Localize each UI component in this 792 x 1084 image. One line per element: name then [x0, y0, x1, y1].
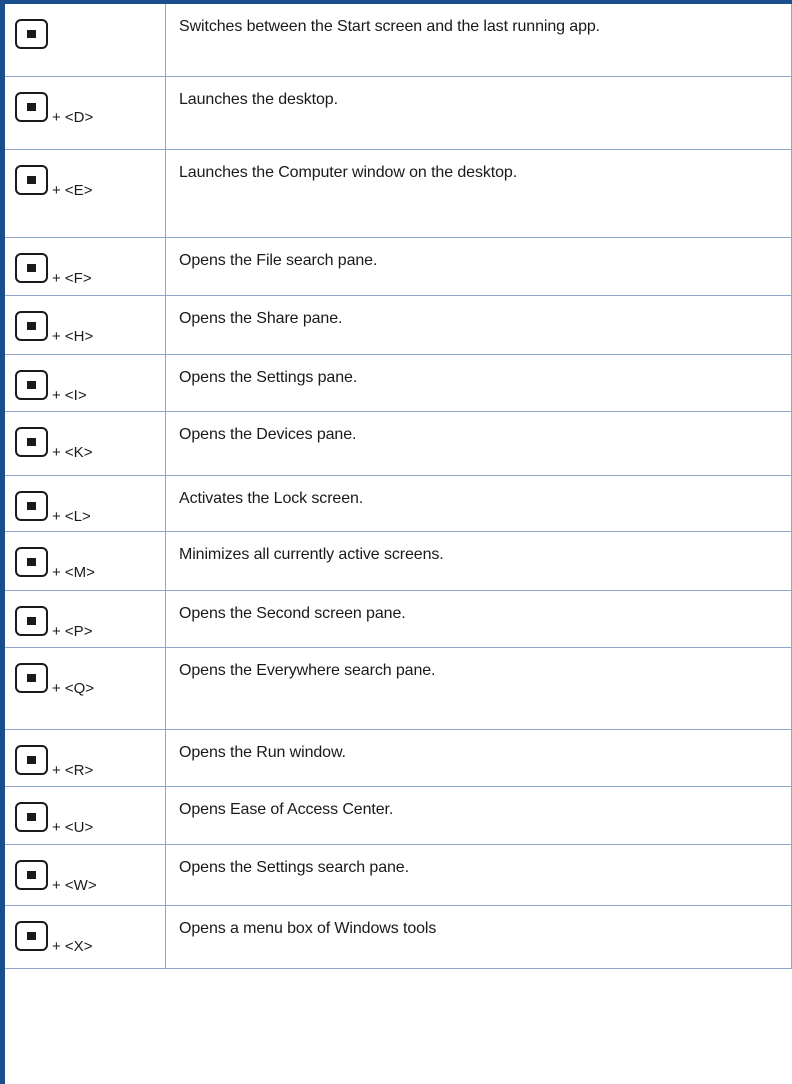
- description-cell: Activates the Lock screen.: [166, 476, 792, 532]
- windows-key-icon: [15, 427, 48, 457]
- key-cell: + <K>: [5, 412, 166, 476]
- key-cell: + <W>: [5, 845, 166, 906]
- key-cell: + <R>: [5, 730, 166, 787]
- key-combo: + <P>: [52, 623, 93, 640]
- key-combo: + <M>: [52, 564, 95, 581]
- windows-key-icon: [15, 19, 48, 49]
- windows-key-icon: [15, 860, 48, 890]
- description-cell: Opens the Settings pane.: [166, 355, 792, 412]
- description-cell: Minimizes all currently active screens.: [166, 532, 792, 591]
- description-cell: Opens a menu box of Windows tools: [166, 906, 792, 969]
- description-cell: Launches the desktop.: [166, 77, 792, 150]
- shortcut-description: Switches between the Start screen and th…: [179, 18, 601, 35]
- key-cell: + <L>: [5, 476, 166, 532]
- windows-key-icon: [15, 491, 48, 521]
- key-cell: + <E>: [5, 150, 166, 238]
- key-cell: + <D>: [5, 77, 166, 150]
- shortcut-description: Opens the Settings search pane.: [179, 859, 409, 876]
- windows-key-icon: [15, 165, 48, 195]
- key-combo: + <K>: [52, 444, 93, 461]
- windows-key-icon: [15, 370, 48, 400]
- windows-key-icon: [15, 311, 48, 341]
- description-cell: Switches between the Start screen and th…: [166, 4, 792, 77]
- shortcut-description: Launches the desktop.: [179, 91, 338, 108]
- key-combo: + <R>: [52, 762, 94, 779]
- description-cell: Launches the Computer window on the desk…: [166, 150, 792, 238]
- key-cell: + <U>: [5, 787, 166, 845]
- description-cell: Opens the Settings search pane.: [166, 845, 792, 906]
- key-cell: + <I>: [5, 355, 166, 412]
- shortcut-description: Opens a menu box of Windows tools: [179, 920, 437, 937]
- key-cell: + <H>: [5, 296, 166, 355]
- key-combo: + <H>: [52, 328, 94, 345]
- description-cell: Opens the Devices pane.: [166, 412, 792, 476]
- key-combo: + <I>: [52, 387, 87, 404]
- windows-key-icon: [15, 606, 48, 636]
- key-combo: + <E>: [52, 182, 93, 199]
- key-combo: + <W>: [52, 877, 97, 894]
- shortcut-description: Opens the Second screen pane.: [179, 605, 406, 622]
- shortcut-description: Opens Ease of Access Center.: [179, 801, 394, 818]
- key-cell: + <M>: [5, 532, 166, 591]
- key-combo: + <L>: [52, 508, 91, 525]
- windows-key-icon: [15, 663, 48, 693]
- description-cell: Opens the Second screen pane.: [166, 591, 792, 648]
- windows-key-icon: [15, 547, 48, 577]
- shortcut-description: Launches the Computer window on the desk…: [179, 164, 518, 181]
- shortcut-description: Opens the File search pane.: [179, 252, 378, 269]
- key-cell: + <F>: [5, 238, 166, 296]
- shortcut-description: Opens the Share pane.: [179, 310, 343, 327]
- description-cell: Opens Ease of Access Center.: [166, 787, 792, 845]
- description-cell: Opens the Run window.: [166, 730, 792, 787]
- windows-key-icon: [15, 92, 48, 122]
- description-cell: Opens the File search pane.: [166, 238, 792, 296]
- description-cell: Opens the Everywhere search pane.: [166, 648, 792, 730]
- description-cell: Opens the Share pane.: [166, 296, 792, 355]
- windows-key-icon: [15, 921, 48, 951]
- windows-key-icon: [15, 802, 48, 832]
- key-combo: + <X>: [52, 938, 93, 955]
- shortcut-description: Activates the Lock screen.: [179, 490, 364, 507]
- key-combo: + <F>: [52, 270, 92, 287]
- shortcut-description: Opens the Everywhere search pane.: [179, 662, 436, 679]
- key-cell: + <X>: [5, 906, 166, 969]
- key-combo: + <D>: [52, 109, 94, 126]
- shortcut-description: Opens the Devices pane.: [179, 426, 357, 443]
- key-combo: + <U>: [52, 819, 94, 836]
- shortcut-description: Minimizes all currently active screens.: [179, 546, 444, 563]
- keyboard-shortcuts-table: Switches between the Start screen and th…: [5, 4, 792, 1084]
- shortcut-description: Opens the Run window.: [179, 744, 346, 761]
- windows-key-icon: [15, 745, 48, 775]
- key-cell: [5, 4, 166, 77]
- key-cell: + <P>: [5, 591, 166, 648]
- key-combo: + <Q>: [52, 680, 95, 697]
- key-cell: + <Q>: [5, 648, 166, 730]
- shortcut-description: Opens the Settings pane.: [179, 369, 358, 386]
- windows-key-icon: [15, 253, 48, 283]
